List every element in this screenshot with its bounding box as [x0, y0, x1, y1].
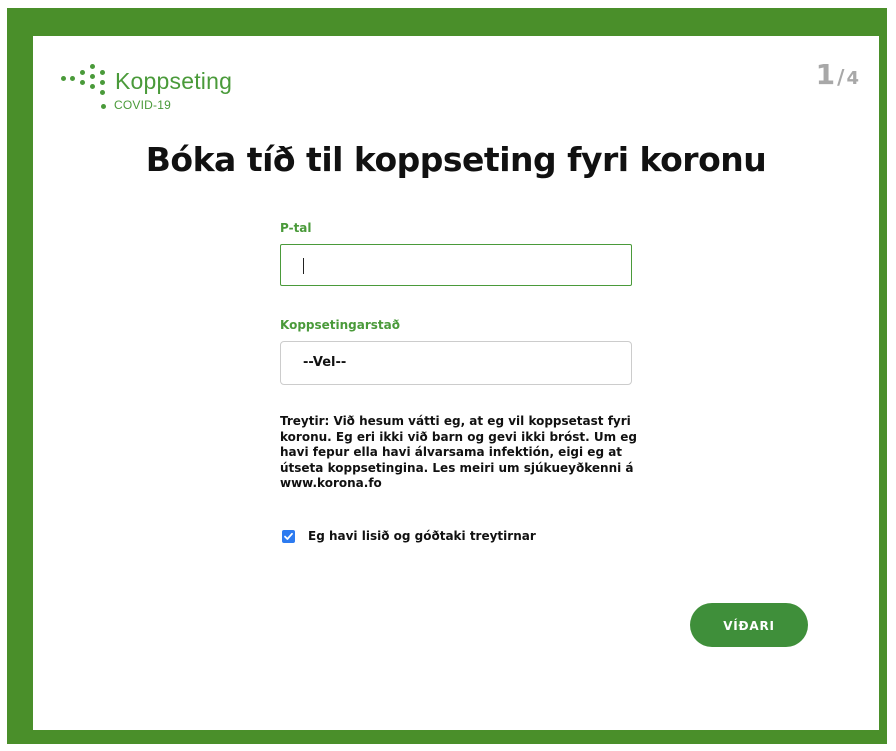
ptal-input[interactable] — [280, 244, 632, 286]
step-counter: 1/4 — [816, 58, 859, 91]
terms-text: Treytir: Við hesum vátti eg, at eg vil k… — [280, 414, 637, 490]
vaccination-place-select[interactable]: --Vel-- — [280, 341, 632, 385]
consent-checkbox[interactable] — [282, 530, 295, 543]
next-button[interactable]: VÍÐARI — [690, 603, 808, 647]
page-title: Bóka tíð til koppseting fyri koronu — [145, 140, 767, 179]
booking-panel: Koppseting COVID-19 1/4 Bóka tíð til kop… — [33, 36, 879, 730]
koppseting-logo: Koppseting COVID-19 — [61, 62, 281, 122]
checkmark-icon — [284, 532, 293, 540]
logo-sub-dot-icon — [101, 104, 106, 109]
logo-dots-icon — [61, 62, 111, 102]
text-caret — [303, 258, 304, 274]
step-total: 4 — [846, 68, 859, 89]
consent-label[interactable]: Eg havi lisið og góðtaki treytirnar — [308, 529, 536, 543]
logo-subtitle: COVID-19 — [114, 98, 171, 112]
step-separator: / — [837, 65, 845, 89]
consent-row: Eg havi lisið og góðtaki treytirnar — [282, 528, 582, 546]
ptal-label: P-tal — [280, 221, 312, 235]
vaccination-place-selected: --Vel-- — [303, 355, 347, 370]
vaccination-place-label: Koppsetingarstað — [280, 318, 401, 332]
step-current: 1 — [815, 58, 836, 91]
logo-name: Koppseting — [115, 68, 233, 94]
